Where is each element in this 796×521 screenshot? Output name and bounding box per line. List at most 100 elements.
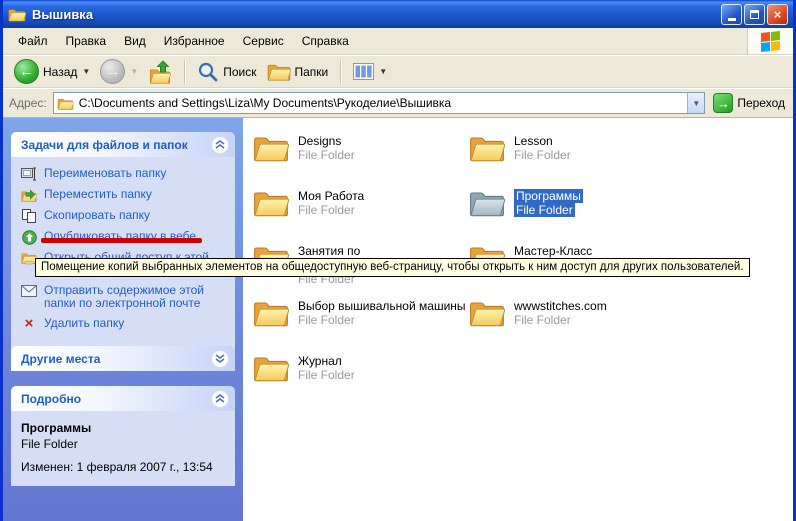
search-button[interactable]: Поиск [194,61,259,83]
move-icon [21,188,37,202]
task-label: Скопировать папку [44,209,150,222]
up-folder-icon [148,60,172,84]
red-underline-annotation [41,238,202,243]
folder-icon [253,353,289,382]
folder-name: Выбор вышивальной машины [298,299,466,313]
folder-tile-wwwstitches[interactable]: wwwstitches.comFile Folder [469,298,769,353]
folder-type: File Folder [298,313,466,327]
go-label: Переход [737,96,785,110]
details-collapse-button[interactable] [211,390,229,408]
close-button[interactable]: × [767,4,788,25]
up-button[interactable] [145,60,175,84]
close-icon: × [774,7,782,22]
task-rename-folder[interactable]: Переименовать папку [21,167,231,181]
folders-icon [267,62,291,81]
tasks-collapse-button[interactable] [211,136,229,154]
details-item-modified: Изменен: 1 февраля 2007 г., 13:54 [21,460,231,474]
folder-icon [469,298,505,327]
other-places-header[interactable]: Другие места [11,346,235,371]
folder-icon [469,133,505,162]
task-copy-folder[interactable]: Скопировать папку [21,209,231,223]
search-icon [197,61,219,83]
task-label: Переименовать папку [44,167,166,180]
address-bar: Адрес: C:\Documents and Settings\Liza\My… [3,89,793,118]
file-tasks-header[interactable]: Задачи для файлов и папок [11,132,235,157]
title-bar[interactable]: Вышивка × [3,0,793,28]
menu-bar: Файл Правка Вид Избранное Сервис Справка [3,28,793,55]
views-icon [353,63,374,80]
address-dropdown-button[interactable]: ▼ [687,93,704,113]
folder-tile-designs[interactable]: DesignsFile Folder [253,133,469,188]
delete-icon: × [21,317,37,331]
back-icon: ← [14,59,39,84]
folder-name: Мастер-Класс [514,244,592,258]
minimize-button[interactable] [721,4,742,25]
other-places-title: Другие места [21,352,100,366]
window-folder-icon [8,7,26,22]
copy-icon [21,209,37,223]
explorer-window: Вышивка × Файл Правка Вид Избранное Серв… [0,0,796,521]
toolbar-separator [184,60,185,84]
folder-type: File Folder [514,203,575,217]
details-panel: Подробно Программы File Folder Изменен: … [11,386,235,486]
folder-name: wwwstitches.com [514,299,607,313]
task-move-folder[interactable]: Переместить папку [21,188,231,202]
folder-icon-selected [469,188,505,217]
tooltip: Помещение копий выбранных элементов на о… [35,258,750,277]
folder-tile-vybor-mashiny[interactable]: Выбор вышивальной машиныFile Folder [253,298,469,353]
folder-tile-programmy[interactable]: ПрограммыFile Folder [469,188,769,243]
folder-type: File Folder [298,203,364,217]
menu-item-favorites[interactable]: Избранное [155,29,234,53]
folders-button[interactable]: Папки [264,62,332,81]
back-dropdown-icon[interactable]: ▼ [82,67,90,76]
menu-item-edit[interactable]: Правка [57,29,116,53]
publish-web-icon [21,230,37,244]
back-label: Назад [43,65,77,79]
email-icon [21,284,37,298]
folder-icon [253,133,289,162]
task-pane: Задачи для файлов и папок Переименовать … [3,118,243,521]
folder-tile-lesson[interactable]: LessonFile Folder [469,133,769,188]
forward-icon: → [100,59,125,84]
content-area: Задачи для файлов и папок Переименовать … [3,118,793,521]
address-input[interactable]: C:\Documents and Settings\Liza\My Docume… [53,92,706,114]
task-delete-folder[interactable]: × Удалить папку [21,317,231,331]
details-item-type: File Folder [21,437,231,451]
folder-icon [253,188,289,217]
menu-item-view[interactable]: Вид [115,29,155,53]
task-label: Переместить папку [44,188,152,201]
folder-name: Lesson [514,134,571,148]
views-button[interactable]: ▼ [350,63,390,80]
folder-tile-moya-rabota[interactable]: Моя РаботаFile Folder [253,188,469,243]
forward-dropdown-icon: ▼ [130,67,138,76]
maximize-button[interactable] [744,4,765,25]
maximize-icon [750,10,759,19]
chevron-up-icon [215,394,225,403]
minimize-icon [728,18,736,21]
toolbar: ← Назад ▼ → ▼ Поиск Папки [3,56,793,88]
folder-tile-zhurnal[interactable]: ЖурналFile Folder [253,353,469,408]
views-dropdown-icon[interactable]: ▼ [379,67,387,76]
address-label: Адрес: [9,96,47,110]
back-button[interactable]: ← Назад ▼ [11,59,93,84]
task-label: Удалить папку [44,317,124,330]
address-path[interactable]: C:\Documents and Settings\Liza\My Docume… [79,96,683,110]
windows-logo [747,28,793,54]
forward-button[interactable]: → ▼ [97,59,141,84]
folder-type: File Folder [298,368,355,382]
chevron-up-icon [215,140,225,149]
menu-item-file[interactable]: Файл [9,29,57,53]
menu-item-tools[interactable]: Сервис [234,29,293,53]
go-arrow-icon: → [713,93,733,113]
other-places-expand-button[interactable] [211,350,229,368]
details-header[interactable]: Подробно [11,386,235,411]
folders-label: Папки [295,65,329,79]
go-button[interactable]: → Переход [711,93,787,113]
folder-name: Журнал [298,354,355,368]
other-places-panel: Другие места [11,346,235,371]
window-title: Вышивка [32,7,715,22]
menu-item-help[interactable]: Справка [293,29,358,53]
details-title: Подробно [21,392,81,406]
file-tasks-title: Задачи для файлов и папок [21,138,188,152]
task-email-folder-contents[interactable]: Отправить содержимое этой папки по элект… [21,284,231,310]
